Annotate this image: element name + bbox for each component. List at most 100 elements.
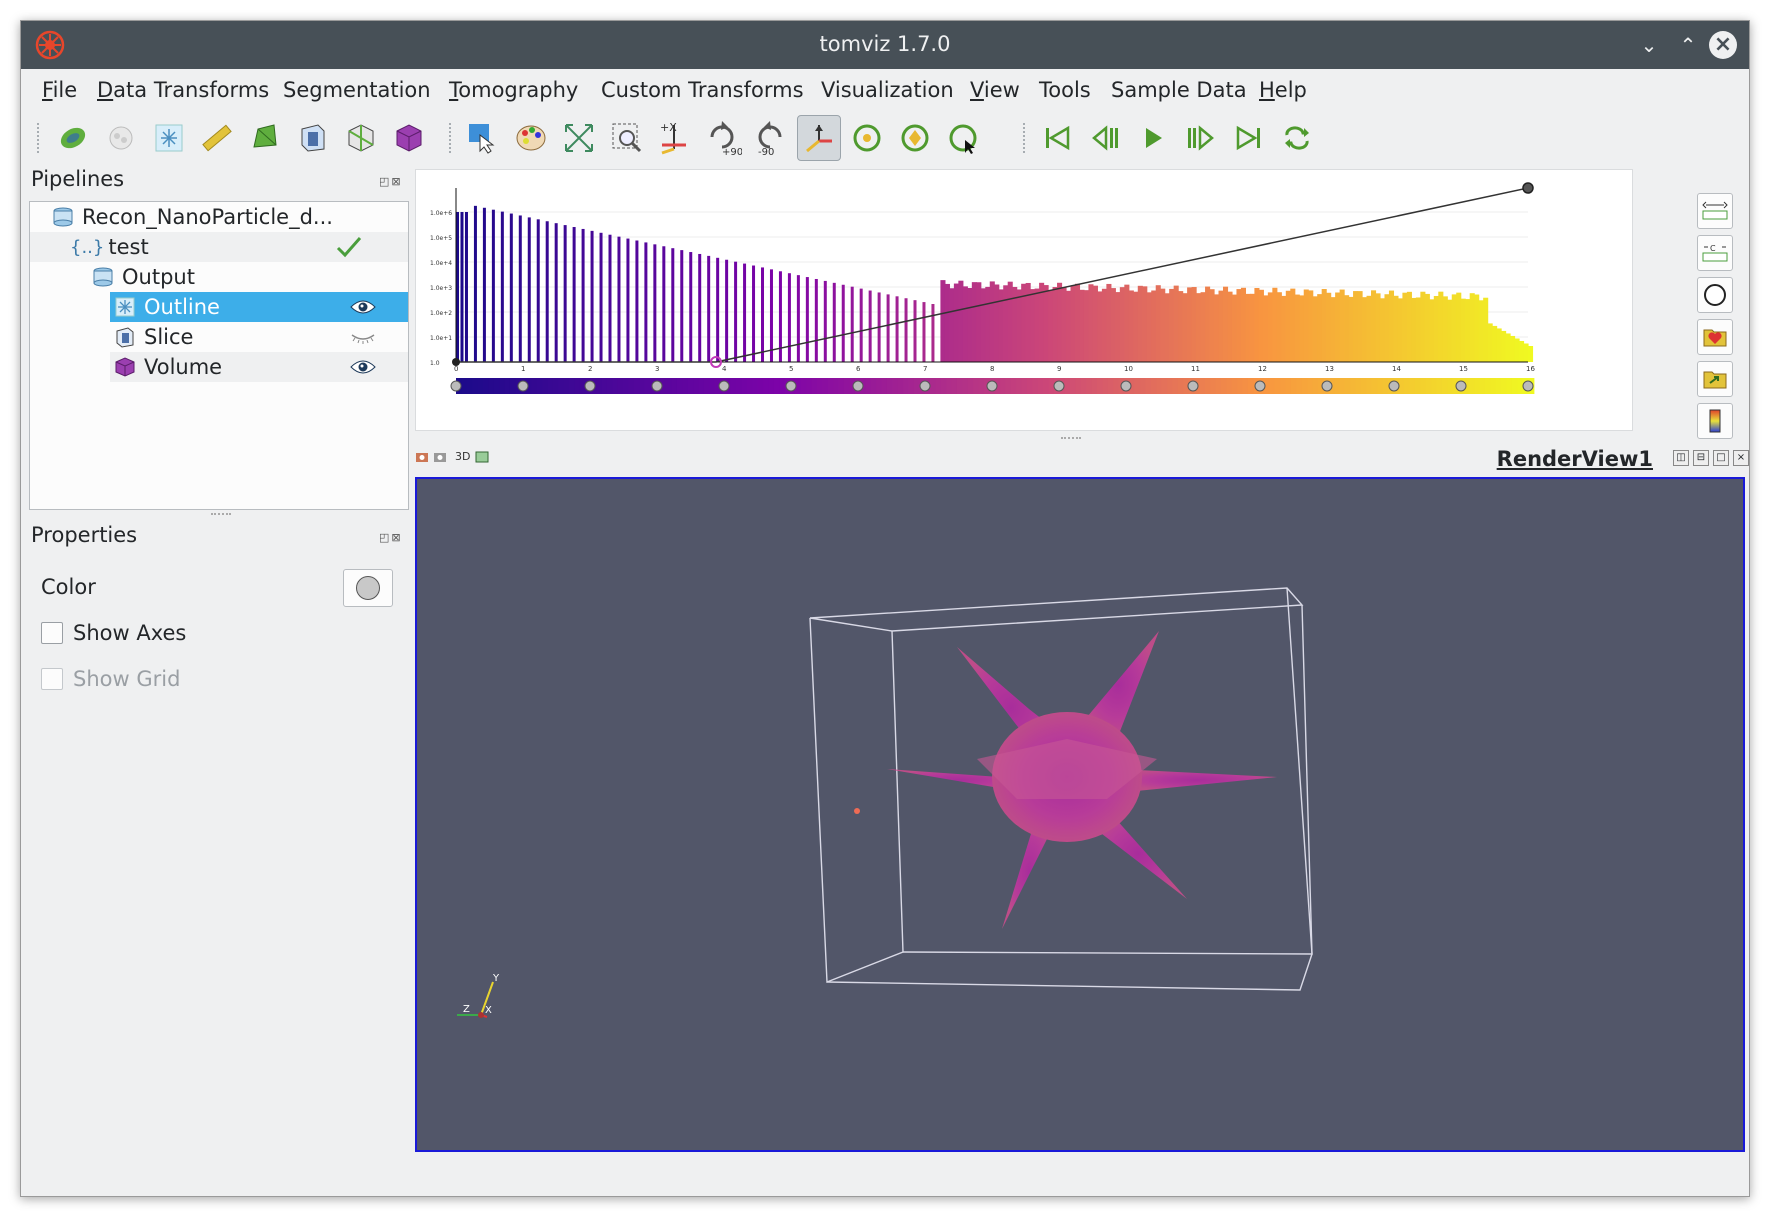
tree-row-slice[interactable]: Slice: [110, 322, 408, 352]
histogram-bar: [1415, 297, 1421, 362]
menu-sample-data[interactable]: Sample Data: [1111, 78, 1247, 102]
histogram-bar: [1030, 289, 1036, 362]
x-tick-label: 3: [655, 365, 659, 373]
load-preset-button[interactable]: [1697, 361, 1733, 397]
histogram-bar: [1299, 295, 1305, 362]
maximize-button[interactable]: ⌃: [1674, 31, 1702, 59]
custom-range-button[interactable]: C: [1697, 235, 1733, 271]
render-view-canvas[interactable]: Y Z X: [415, 477, 1745, 1152]
contour-icon[interactable]: [51, 115, 95, 161]
menu-file[interactable]: File: [42, 78, 77, 102]
color-picker-button[interactable]: [343, 569, 393, 607]
title-bar: tomviz 1.7.0 ⌄ ⌃ ×: [21, 21, 1749, 69]
pick-center-cursor-icon[interactable]: [941, 115, 985, 161]
close-button[interactable]: ×: [1709, 31, 1737, 59]
split-vertical-button[interactable]: ◫: [1673, 450, 1689, 466]
nanoparticle-volume: [887, 631, 1277, 929]
gradient-opacity-button[interactable]: [1697, 277, 1733, 313]
histogram-bar: [590, 230, 594, 362]
last-frame-icon[interactable]: [1227, 115, 1271, 161]
histogram-bar: [823, 280, 827, 362]
x-tick-label: 5: [789, 365, 793, 373]
zoom-to-box-icon[interactable]: [605, 115, 649, 161]
center-axes-icon[interactable]: [797, 115, 841, 161]
loop-icon[interactable]: [1275, 115, 1319, 161]
toolbar-grip-2[interactable]: [449, 123, 453, 153]
split-horizontal-icon[interactable]: [475, 450, 489, 464]
menu-bar: File Data Transforms Segmentation Tomogr…: [21, 69, 1749, 109]
clip-icon[interactable]: [147, 115, 191, 161]
histogram-bar: [859, 288, 863, 362]
previous-frame-icon[interactable]: [1083, 115, 1127, 161]
tree-row-output[interactable]: Output: [30, 262, 408, 292]
close-view-button[interactable]: ×: [1733, 450, 1749, 466]
volume-tool-icon[interactable]: [387, 115, 431, 161]
menu-custom-transforms[interactable]: Custom Transforms: [601, 78, 804, 102]
menu-segmentation[interactable]: Segmentation: [283, 78, 431, 102]
histogram-bar: [752, 265, 756, 362]
show-axes-checkbox[interactable]: [41, 622, 63, 644]
show-axes-row[interactable]: Show Axes: [41, 621, 186, 645]
orthogonal-slice-icon[interactable]: [339, 115, 383, 161]
histogram-bar: [1146, 292, 1152, 362]
set-view-direction-icon[interactable]: +X: [653, 115, 697, 161]
next-frame-icon[interactable]: [1179, 115, 1223, 161]
histogram-bar: [1048, 290, 1054, 362]
threshold-icon[interactable]: [99, 115, 143, 161]
histogram-editor[interactable]: 1.0 1.0e+1 1.0e+2 1.0e+3 1.0e+4 1.0e+5 1.0e+6 0…: [415, 169, 1633, 431]
tree-row-dataset[interactable]: Recon_NanoParticle_d...: [30, 202, 408, 232]
toolbar-grip-3[interactable]: [1023, 123, 1027, 153]
reset-center-icon[interactable]: [845, 115, 889, 161]
play-icon[interactable]: [1131, 115, 1175, 161]
toolbar-grip[interactable]: [37, 123, 41, 153]
visible-eye-icon[interactable]: [350, 359, 376, 375]
render-scene[interactable]: Y Z X: [417, 479, 1743, 1150]
color-swatch: [356, 576, 380, 600]
pick-center-icon[interactable]: [893, 115, 937, 161]
histogram-bar: [1281, 295, 1287, 362]
reset-camera-icon[interactable]: [557, 115, 601, 161]
minimize-button[interactable]: ⌄: [1635, 31, 1663, 59]
menu-view[interactable]: View: [970, 78, 1020, 102]
hidden-eye-icon[interactable]: [350, 329, 376, 345]
maximize-view-button[interactable]: □: [1713, 450, 1729, 466]
save-preset-button[interactable]: [1697, 319, 1733, 355]
menu-tomography[interactable]: Tomography: [449, 78, 578, 102]
tree-row-outline[interactable]: Outline: [110, 292, 408, 322]
color-legend-icon: [1709, 409, 1721, 433]
pipelines-dock-buttons[interactable]: ◰⊠: [379, 175, 403, 188]
svg-text:Z: Z: [463, 1004, 470, 1015]
camera-undo-icon[interactable]: [433, 450, 447, 464]
x-tick-label: 12: [1258, 365, 1267, 373]
histogram-bar: [1272, 287, 1278, 362]
mesh-icon[interactable]: [243, 115, 287, 161]
histogram-bar: [1182, 293, 1188, 362]
histogram-bar: [886, 294, 890, 362]
color-map-icon[interactable]: [509, 115, 553, 161]
histogram-bar: [1200, 292, 1206, 362]
histogram-splitter[interactable]: [1061, 437, 1081, 441]
ruler-icon[interactable]: [195, 115, 239, 161]
rotate-clockwise-icon[interactable]: +90: [701, 115, 745, 161]
tree-row-test[interactable]: {..} test: [30, 232, 408, 262]
menu-data-transforms[interactable]: Data Transforms: [97, 78, 269, 102]
menu-visualization[interactable]: Visualization: [821, 78, 954, 102]
slice-tool-icon[interactable]: [291, 115, 335, 161]
split-horizontal-button[interactable]: ⊟: [1693, 450, 1709, 466]
view-mode-3d-button[interactable]: 3D: [455, 450, 470, 463]
first-frame-icon[interactable]: [1035, 115, 1079, 161]
histogram-bar: [1330, 297, 1336, 362]
menu-help[interactable]: Help: [1259, 78, 1307, 102]
capture-icon[interactable]: [415, 450, 429, 464]
menu-tools[interactable]: Tools: [1039, 78, 1091, 102]
pipelines-splitter[interactable]: [211, 513, 231, 517]
visible-eye-icon[interactable]: [350, 299, 376, 315]
histogram-chart[interactable]: 1.0 1.0e+1 1.0e+2 1.0e+3 1.0e+4 1.0e+5 1.0e+6 0…: [416, 170, 1632, 430]
properties-dock-buttons[interactable]: ◰⊠: [379, 531, 403, 544]
histogram-bar: [1303, 289, 1309, 362]
color-legend-button[interactable]: [1697, 403, 1733, 439]
interact-icon[interactable]: [461, 115, 505, 161]
tree-row-volume[interactable]: Volume: [110, 352, 408, 382]
rotate-counterclockwise-icon[interactable]: -90: [749, 115, 793, 161]
reset-range-button[interactable]: [1697, 193, 1733, 229]
